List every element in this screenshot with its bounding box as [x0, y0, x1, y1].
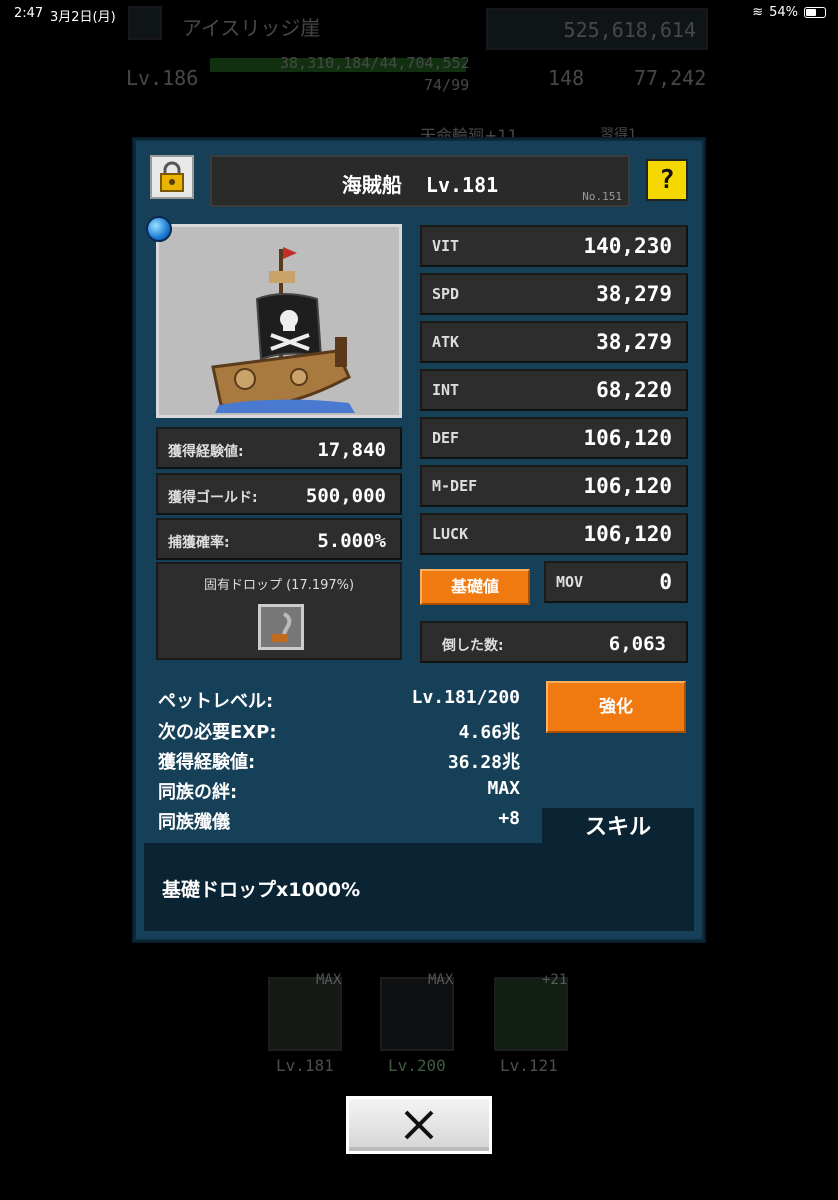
status-date: 3月2日(月) — [50, 10, 116, 25]
defeated-count-row: 倒した数: 6,063 — [420, 621, 688, 663]
pirate-ship-icon — [211, 247, 355, 413]
reward-label: 獲得ゴールド: — [168, 490, 258, 506]
pet-level: Lv.200 — [388, 1056, 446, 1075]
pet-badge: MAX — [316, 972, 342, 988]
reward-row-exp: 獲得経験値: 17,840 — [156, 427, 402, 469]
info-gained-exp: 獲得経験値: 36.28兆 — [158, 748, 520, 774]
stat-value: 140,230 — [583, 234, 672, 258]
stat-value: 106,120 — [583, 474, 672, 498]
reward-label: 捕獲確率: — [168, 535, 230, 551]
pet-slot-1 — [268, 977, 342, 1051]
close-button[interactable] — [346, 1096, 492, 1154]
stat-label: LUCK — [432, 525, 469, 543]
pet-badge: MAX — [428, 972, 454, 988]
gold-value: 525,618,614 — [563, 18, 696, 42]
player-level: Lv.186 — [126, 66, 199, 90]
reward-value: 500,000 — [305, 485, 386, 507]
exp-text: 38,310,184/44,704,552 — [280, 54, 470, 72]
info-value: MAX — [487, 778, 520, 799]
info-value: 36.28兆 — [447, 752, 520, 773]
settings-gear-icon — [128, 6, 162, 40]
location-name: アイスリッジ崖 — [182, 16, 321, 40]
close-icon — [404, 1110, 434, 1140]
stat-row-int: INT 68,220 — [420, 369, 688, 411]
skill-description: 基礎ドロップx1000% — [162, 879, 361, 901]
stat-label: MOV — [556, 573, 584, 591]
unique-drop-panel: 固有ドロップ (17.197%) — [156, 562, 402, 660]
stat-row-def: DEF 106,120 — [420, 417, 688, 459]
stat-label: DEF — [432, 429, 460, 447]
info-label: 次の必要EXP: — [158, 722, 277, 743]
info-value: 4.66兆 — [458, 722, 520, 743]
info-next-exp: 次の必要EXP: 4.66兆 — [158, 718, 520, 744]
stat-row-vit: VIT 140,230 — [420, 225, 688, 267]
info-kin-rite: 同族殲儀 +8 — [158, 808, 520, 834]
help-button[interactable]: ? — [646, 159, 688, 201]
sub-exp-text: 74/99 — [424, 76, 470, 94]
skill-header: スキル — [542, 808, 694, 848]
pet-slot-2 — [380, 977, 454, 1051]
stat-row-mdef: M-DEF 106,120 — [420, 465, 688, 507]
wifi-icon: ≋ — [752, 5, 764, 20]
stat-row-spd: SPD 38,279 — [420, 273, 688, 315]
enhance-button[interactable]: 強化 — [546, 681, 686, 733]
defeated-value: 6,063 — [608, 633, 666, 655]
unique-drop-label: 固有ドロップ (17.197%) — [203, 578, 355, 593]
info-label: 同族の絆: — [158, 782, 238, 803]
stat-row-mov: MOV 0 — [544, 561, 688, 603]
monster-title: 海賊船 Lv.181 — [212, 169, 628, 198]
pet-level: Lv.181 — [276, 1056, 334, 1075]
gold-panel: 525,618,614 — [486, 8, 708, 50]
drop-item-slot[interactable] — [258, 604, 304, 650]
info-kin-bond: 同族の絆: MAX — [158, 778, 520, 804]
info-value: Lv.181/200 — [411, 687, 520, 708]
coin-count: 77,242 — [634, 66, 707, 90]
stat-value: 106,120 — [583, 426, 672, 450]
pet-slot-3 — [494, 977, 568, 1051]
stat-value: 38,279 — [596, 282, 672, 306]
reward-value: 17,840 — [317, 439, 386, 461]
status-icons: ≋ 54% — [752, 5, 826, 20]
stat-row-luck: LUCK 106,120 — [420, 513, 688, 555]
stat-row-atk: ATK 38,279 — [420, 321, 688, 363]
stat-label: M-DEF — [432, 477, 478, 495]
reward-row-capture: 捕獲確率: 5.000% — [156, 518, 402, 560]
info-label: 同族殲儀 — [158, 812, 230, 833]
stat-label: SPD — [432, 285, 460, 303]
stat-label: ATK — [432, 333, 460, 351]
element-water-icon — [146, 216, 172, 242]
stat-value: 106,120 — [583, 522, 672, 546]
base-value-button[interactable]: 基礎値 — [420, 569, 530, 605]
status-time: 2:47 — [14, 6, 44, 21]
gem-count: 148 — [548, 66, 585, 90]
monster-detail-dialog: 海賊船 Lv.181 No.151 ? 獲得経験値: 17,840 獲得ゴールド… — [134, 139, 704, 941]
pet-badge: +21 — [542, 972, 568, 988]
reward-label: 獲得経験値: — [168, 444, 244, 460]
reward-value: 5.000% — [317, 530, 386, 552]
battery-percent: 54% — [769, 5, 798, 20]
reward-row-gold: 獲得ゴールド: 500,000 — [156, 473, 402, 515]
stat-label: INT — [432, 381, 460, 399]
hook-icon — [272, 612, 292, 642]
monster-portrait — [156, 224, 402, 418]
stat-label: VIT — [432, 237, 460, 255]
title-panel: 海賊船 Lv.181 No.151 — [210, 155, 630, 207]
info-value: +8 — [498, 808, 520, 829]
info-pet-level: ペットレベル: Lv.181/200 — [158, 687, 520, 713]
lock-button[interactable] — [150, 155, 194, 199]
padlock-icon — [160, 161, 184, 192]
stat-value: 68,220 — [596, 378, 672, 402]
defeated-label: 倒した数: — [442, 638, 504, 654]
skill-panel: 基礎ドロップx1000% — [144, 843, 694, 931]
info-label: ペットレベル: — [158, 691, 274, 712]
monster-level: Lv.181 — [425, 173, 499, 197]
monster-name: 海賊船 — [341, 173, 402, 197]
battery-icon — [804, 7, 826, 18]
background-hud: アイスリッジ崖 525,618,614 Lv.186 38,310,184/44… — [118, 0, 718, 145]
stat-value: 38,279 — [596, 330, 672, 354]
pet-level: Lv.121 — [500, 1056, 558, 1075]
stat-value: 0 — [659, 570, 672, 594]
monster-number: No.151 — [582, 190, 622, 203]
info-label: 獲得経験値: — [158, 752, 256, 773]
